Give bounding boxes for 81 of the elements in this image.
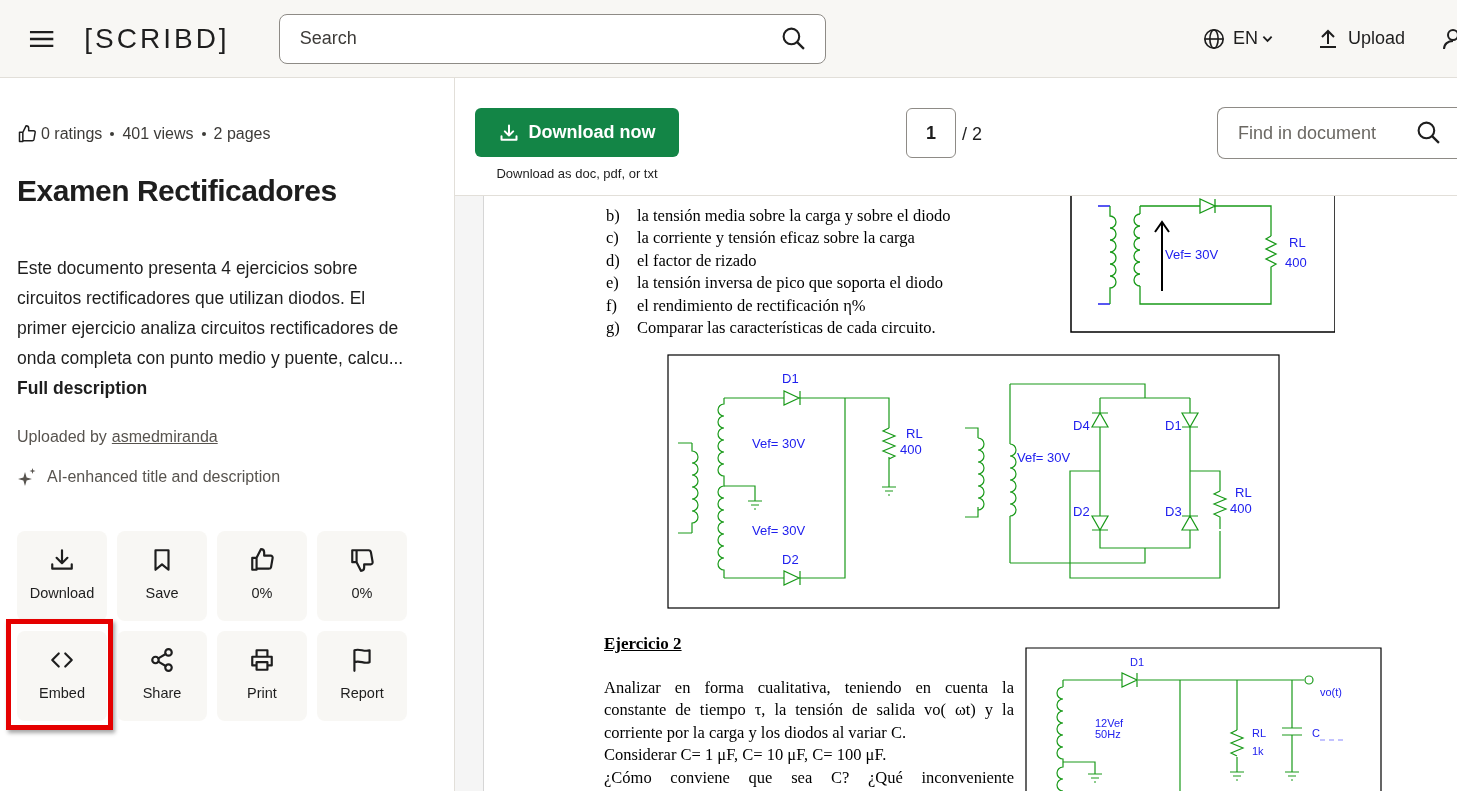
list-marker: c) bbox=[606, 227, 620, 250]
document-stat: 401 views bbox=[122, 124, 194, 144]
circuit-label: C bbox=[1312, 727, 1320, 740]
circuit-label: D1 bbox=[782, 371, 799, 387]
action-button[interactable]: 0% bbox=[317, 531, 407, 621]
circuit-label: D2 bbox=[782, 552, 799, 568]
action-button[interactable]: Print bbox=[217, 631, 307, 721]
full-description-link[interactable]: Full description bbox=[17, 378, 148, 398]
circuit-label: Vef= 30V bbox=[752, 523, 806, 539]
action-button[interactable]: Embed bbox=[17, 631, 107, 721]
circuit-label: D3 bbox=[1165, 504, 1182, 520]
search-icon[interactable] bbox=[780, 25, 806, 51]
uploaded-by-label: Uploaded by bbox=[17, 427, 107, 447]
language-button[interactable]: EN bbox=[1202, 25, 1273, 52]
circuit-label: Vef= 30V bbox=[1165, 247, 1219, 263]
document-title: Examen Rectificadores bbox=[17, 173, 338, 209]
page-number-field[interactable]: 1 bbox=[906, 108, 956, 158]
circuit-label: vo(t) bbox=[1320, 686, 1342, 699]
exercise-heading: Ejercicio 2 bbox=[604, 633, 683, 656]
circuit-label: Vef= 30V bbox=[1017, 450, 1071, 466]
chevron-down-icon bbox=[1261, 34, 1273, 43]
list-item-text: Comparar las características de cada circuito. bbox=[637, 317, 936, 340]
circuit-label: 400 bbox=[1285, 255, 1307, 271]
paragraph-line: Considerar C= 1 μF, C= 10 μF, C= 100 μF. bbox=[604, 744, 888, 767]
search-field[interactable]: Search bbox=[278, 13, 826, 64]
action-button[interactable]: 0% bbox=[217, 531, 307, 621]
list-item-text: la corriente y tensión eficaz sobre la carga bbox=[637, 227, 915, 250]
circuit-label: 50Hz bbox=[1095, 728, 1121, 741]
action-button[interactable]: Report bbox=[317, 631, 407, 721]
circuit-label: RL bbox=[906, 426, 923, 442]
list-item-text: el factor de rizado bbox=[637, 249, 757, 272]
download-now-button[interactable]: Download now bbox=[475, 108, 679, 157]
list-marker: e) bbox=[606, 272, 620, 295]
thumbs-down-icon bbox=[349, 547, 375, 574]
globe-icon bbox=[1202, 27, 1225, 50]
list-marker: d) bbox=[606, 249, 621, 272]
upload-button[interactable]: Upload bbox=[1317, 25, 1405, 52]
document-stat: 0 ratings bbox=[41, 124, 103, 144]
list-marker: f) bbox=[606, 294, 618, 317]
action-button[interactable]: Share bbox=[117, 631, 207, 721]
action-button[interactable]: Download bbox=[17, 531, 107, 621]
circuit-label: 400 bbox=[1230, 501, 1252, 517]
printer-icon bbox=[249, 647, 275, 674]
paragraph-line: constante de tiempo τ, la tensión de salida vo( ωt) y la bbox=[604, 699, 1014, 722]
paragraph-line: Analizar en forma cualitativa, teniendo en cuenta la bbox=[604, 676, 1014, 699]
download-icon bbox=[498, 122, 519, 143]
circuit-label: D2 bbox=[1073, 504, 1090, 520]
circuit-label: 1k bbox=[1252, 745, 1264, 758]
list-marker: g) bbox=[606, 317, 621, 340]
user-icon[interactable] bbox=[1443, 27, 1457, 50]
sparkle-icon bbox=[17, 467, 37, 487]
circuit-label: D1 bbox=[1130, 656, 1145, 669]
circuit-label: D4 bbox=[1073, 418, 1090, 434]
circuit-label: 12Vef bbox=[1095, 717, 1124, 730]
action-button[interactable]: Save bbox=[117, 531, 207, 621]
circuit-label: D1 bbox=[1165, 418, 1182, 434]
circuit-label: RL bbox=[1289, 235, 1306, 251]
download-note: Download as doc, pdf, or txt bbox=[496, 165, 658, 183]
circuit-label: Vef= 30V bbox=[752, 436, 806, 452]
thumbs-up-icon bbox=[17, 124, 37, 144]
thumbs-up-icon bbox=[249, 547, 275, 574]
list-marker: b) bbox=[606, 205, 621, 227]
document-description: Este documento presenta 4 ejercicios sobre circuitos rectificadores que utilizan diodos. El primer ejercicio analiza circuitos rectificadores de onda completa con punto medio y puente, calcu... Full description bbox=[17, 257, 405, 400]
circuit-label: RL bbox=[1252, 727, 1267, 740]
search-icon[interactable] bbox=[1416, 120, 1441, 145]
find-field[interactable]: Find in document bbox=[1217, 107, 1457, 159]
paragraph-line: ¿Cómo conviene que sea C? ¿Qué inconveniente bbox=[604, 766, 1014, 789]
circuit-label: RL bbox=[1235, 485, 1252, 501]
page-total: / 2 bbox=[962, 123, 982, 146]
upload-icon bbox=[1317, 28, 1338, 49]
document-stat: 2 pages bbox=[213, 124, 271, 144]
circuit-label: 400 bbox=[900, 442, 922, 458]
ai-note: AI-enhanced title and description bbox=[47, 467, 281, 487]
share-icon bbox=[149, 647, 175, 674]
list-item-text: la tensión inversa de pico que soporta el diodo bbox=[637, 272, 944, 295]
paragraph-line: corriente por la carga y los diodos al variar C. bbox=[604, 721, 908, 744]
menu-icon[interactable] bbox=[29, 28, 55, 49]
uploader-link[interactable]: asmedmiranda bbox=[111, 425, 218, 449]
logo[interactable]: [SCRIBD] bbox=[84, 17, 230, 60]
list-item-text: el rendimiento de rectificación η% bbox=[637, 294, 866, 317]
list-item-text: la tensión media sobre la carga y sobre el diodo bbox=[637, 205, 951, 227]
